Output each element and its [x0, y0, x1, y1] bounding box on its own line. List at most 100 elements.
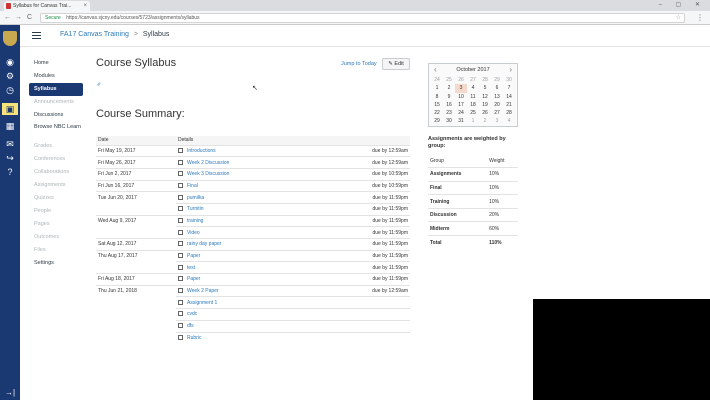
assignment-link[interactable]: training: [176, 214, 350, 227]
calendar-icon[interactable]: ▦: [4, 120, 16, 132]
calendar-day[interactable]: 16: [443, 101, 455, 109]
calendar-day[interactable]: 4: [467, 84, 479, 92]
calendar-day[interactable]: 2: [479, 117, 491, 125]
calendar-day[interactable]: 8: [431, 93, 443, 101]
course-nav-item-grades[interactable]: Grades: [29, 140, 83, 153]
calendar-day[interactable]: 4: [503, 117, 515, 125]
calendar-day[interactable]: 27: [491, 109, 503, 117]
bookmark-star-icon[interactable]: ☆: [676, 14, 681, 22]
calendar-day[interactable]: 20: [491, 101, 503, 109]
calendar-day[interactable]: 29: [431, 117, 443, 125]
calendar-prev-icon[interactable]: ‹: [434, 64, 437, 76]
course-nav-item-conferences[interactable]: Conferences: [29, 153, 83, 166]
syllabus-edit-icon[interactable]: ✐: [97, 82, 101, 88]
assignment-link[interactable]: Turnitin: [176, 202, 350, 216]
course-nav-item-assignments[interactable]: Assignments: [29, 179, 83, 192]
calendar-day[interactable]: 1: [431, 84, 443, 92]
calendar-day[interactable]: 2: [443, 84, 455, 92]
calendar-day[interactable]: 1: [467, 117, 479, 125]
account-icon[interactable]: ◉: [4, 56, 16, 68]
reload-icon[interactable]: C: [27, 13, 32, 23]
calendar-day[interactable]: 30: [443, 117, 455, 125]
hamburger-menu-icon[interactable]: [32, 32, 41, 41]
calendar-day[interactable]: 31: [455, 117, 467, 125]
course-nav-item-home[interactable]: Home: [29, 57, 83, 70]
assignment-link[interactable]: cvdc: [176, 308, 350, 321]
assignment-link[interactable]: Week 3 Discussion: [176, 167, 350, 181]
inbox-icon[interactable]: ✉: [4, 138, 16, 150]
assignment-link[interactable]: test: [176, 261, 350, 274]
calendar-day[interactable]: 12: [479, 93, 491, 101]
calendar-day[interactable]: 22: [431, 109, 443, 117]
jump-to-today-link[interactable]: Jump to Today: [341, 61, 377, 67]
assignment-link[interactable]: Week 2 Paper: [176, 284, 350, 297]
assignment-link[interactable]: pumilka: [176, 191, 350, 204]
course-nav-item-discussions[interactable]: Discussions: [29, 109, 83, 122]
calendar-day[interactable]: 30: [503, 76, 515, 84]
window-controls[interactable]: – ▢ ✕: [659, 0, 706, 10]
assignment-link[interactable]: Week 2 Discussion: [176, 156, 350, 169]
course-nav-item-pages[interactable]: Pages: [29, 218, 83, 231]
calendar-day[interactable]: 29: [491, 76, 503, 84]
calendar-day[interactable]: 26: [479, 109, 491, 117]
calendar-day[interactable]: 5: [479, 84, 491, 92]
assignment-link[interactable]: Assignment 1: [176, 296, 350, 309]
back-icon[interactable]: ←: [4, 13, 11, 23]
calendar-day[interactable]: 11: [467, 93, 479, 101]
courses-icon[interactable]: ▣: [2, 103, 18, 115]
calendar-day[interactable]: 27: [467, 76, 479, 84]
commons-icon[interactable]: ↪: [4, 152, 16, 164]
calendar-day[interactable]: 19: [479, 101, 491, 109]
assignment-link[interactable]: Video: [176, 226, 350, 239]
course-nav-item-browse-nbc-learn[interactable]: Browse NBC Learn: [29, 122, 83, 140]
calendar-day[interactable]: 28: [503, 109, 515, 117]
calendar-day[interactable]: 21: [503, 101, 515, 109]
course-nav-item-announcements[interactable]: Announcements: [29, 96, 83, 109]
calendar-day[interactable]: 15: [431, 101, 443, 109]
calendar-day[interactable]: 10: [455, 93, 467, 101]
course-nav-item-syllabus[interactable]: Syllabus: [29, 83, 83, 96]
course-nav-item-collaborations[interactable]: Collaborations: [29, 166, 83, 179]
assignment-link[interactable]: dfs: [176, 319, 350, 332]
calendar-day[interactable]: 23: [443, 109, 455, 117]
calendar-today[interactable]: 3: [455, 84, 467, 93]
course-nav-item-outcomes[interactable]: Outcomes: [29, 231, 83, 244]
calendar-day[interactable]: 14: [503, 93, 515, 101]
assignment-link[interactable]: Paper: [176, 249, 350, 262]
calendar-day[interactable]: 9: [443, 93, 455, 101]
calendar-day[interactable]: 25: [467, 109, 479, 117]
assignment-link[interactable]: rainy day paper: [176, 238, 350, 251]
calendar-day[interactable]: 28: [479, 76, 491, 84]
browser-menu-icon[interactable]: ⋮: [696, 13, 704, 23]
calendar-day[interactable]: 24: [431, 76, 443, 84]
dashboard-icon[interactable]: ◷: [4, 84, 16, 96]
admin-icon[interactable]: ⚙: [4, 70, 16, 82]
course-nav-item-modules[interactable]: Modules: [29, 70, 83, 83]
breadcrumb-course[interactable]: FA17 Canvas Training: [60, 31, 129, 38]
calendar-day[interactable]: 13: [491, 93, 503, 101]
course-nav-item-quizzes[interactable]: Quizzes: [29, 192, 83, 205]
calendar-day[interactable]: 17: [455, 101, 467, 109]
calendar-day[interactable]: 26: [455, 76, 467, 84]
tab-close-icon[interactable]: ×: [83, 1, 87, 11]
school-logo[interactable]: [3, 31, 17, 46]
help-icon[interactable]: ?: [4, 166, 16, 178]
calendar-day[interactable]: 25: [443, 76, 455, 84]
assignment-link[interactable]: Introductions: [176, 144, 350, 157]
calendar-day[interactable]: 3: [491, 117, 503, 125]
browser-tab[interactable]: Syllabus for Canvas Trai... ×: [4, 1, 90, 11]
edit-button[interactable]: ✎ Edit: [382, 58, 410, 70]
assignment-link[interactable]: Paper: [176, 273, 350, 286]
calendar-day[interactable]: 24: [455, 109, 467, 117]
forward-icon[interactable]: →: [15, 13, 22, 23]
assignment-link[interactable]: Final: [176, 179, 350, 192]
calendar-next-icon[interactable]: ›: [509, 64, 512, 76]
course-nav-item-people[interactable]: People: [29, 205, 83, 218]
calendar-day[interactable]: 18: [467, 101, 479, 109]
calendar-day[interactable]: 6: [491, 84, 503, 92]
assignment-link[interactable]: Rubric: [176, 331, 350, 344]
course-nav-item-settings[interactable]: Settings: [29, 257, 83, 270]
collapse-nav-icon[interactable]: →|: [5, 388, 15, 397]
address-bar[interactable]: Secure https://canvas.sjcny.edu/courses/…: [40, 13, 685, 23]
calendar-day[interactable]: 7: [503, 84, 515, 92]
